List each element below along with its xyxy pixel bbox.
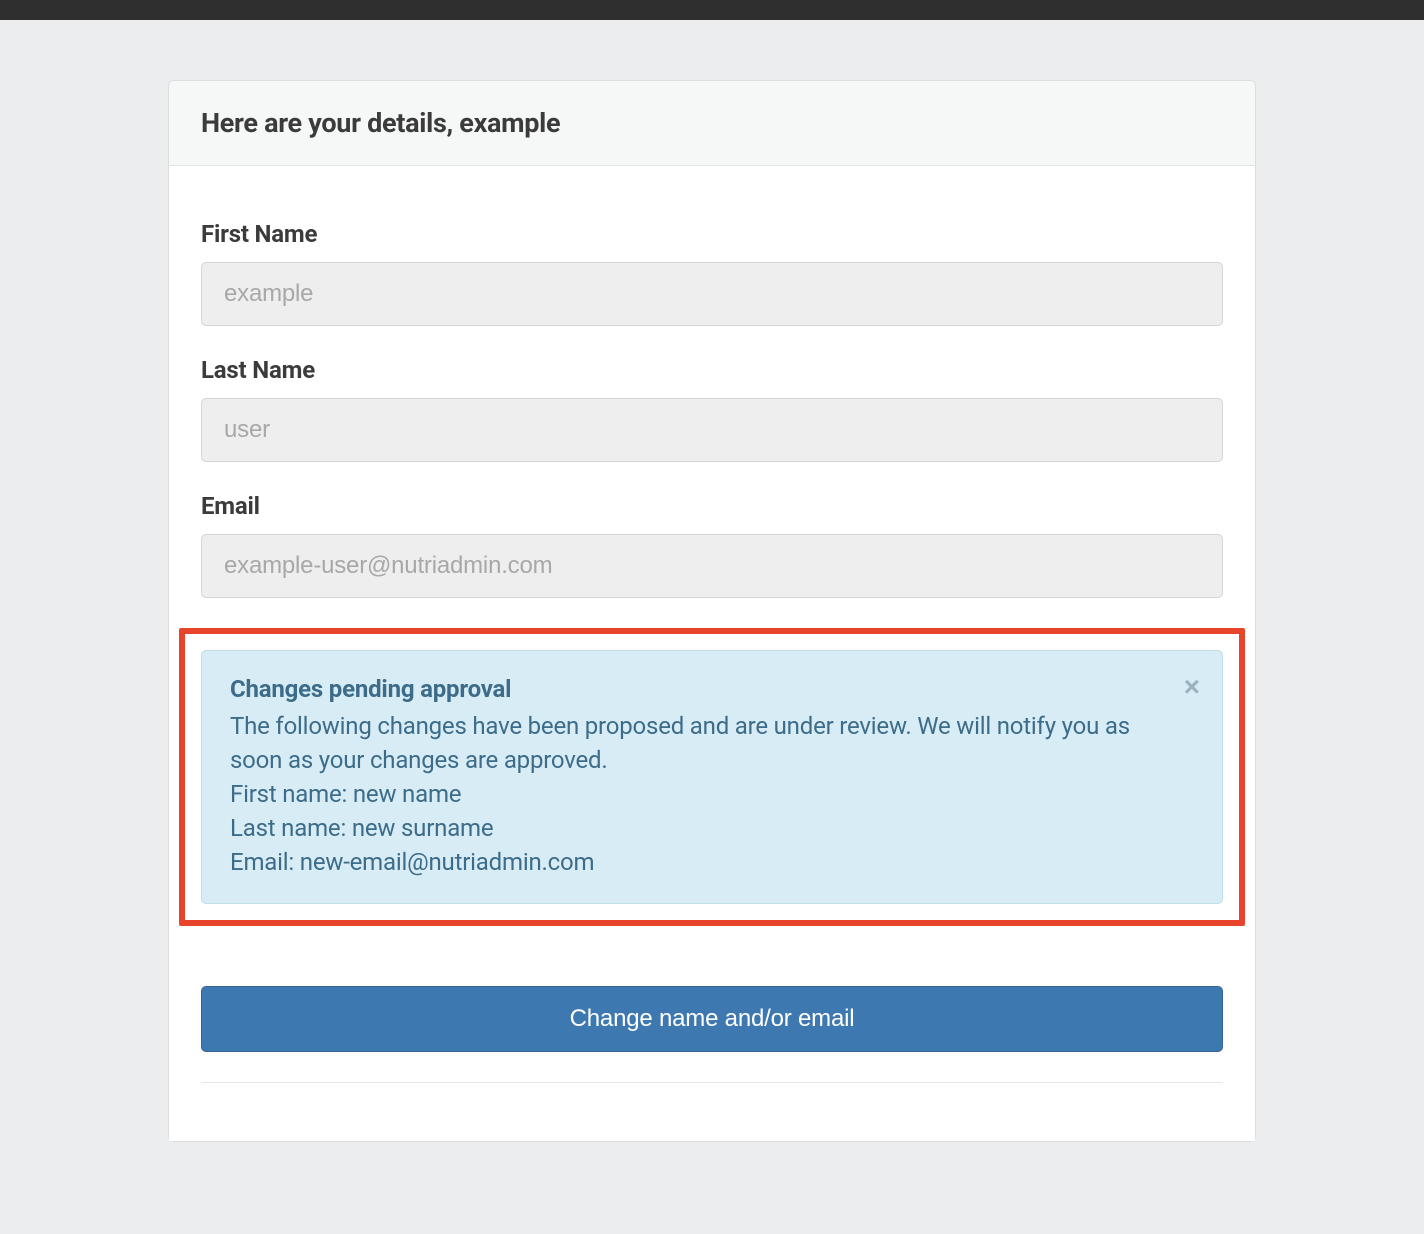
first-name-label: First Name <box>201 220 1223 248</box>
alert-description: The following changes have been proposed… <box>230 709 1172 777</box>
main-container: Here are your details, example First Nam… <box>156 80 1268 1142</box>
alert-title: Changes pending approval <box>230 675 1172 703</box>
top-bar <box>0 0 1424 20</box>
first-name-input[interactable] <box>201 262 1223 326</box>
section-divider <box>201 1082 1223 1083</box>
pending-changes-alert: × Changes pending approval The following… <box>201 650 1223 904</box>
email-input[interactable] <box>201 534 1223 598</box>
email-group: Email <box>201 492 1223 598</box>
change-name-email-button[interactable]: Change name and/or email <box>201 986 1223 1052</box>
last-name-input[interactable] <box>201 398 1223 462</box>
alert-first-name-line: First name: new name <box>230 777 1172 811</box>
details-panel: Here are your details, example First Nam… <box>168 80 1256 1142</box>
highlight-annotation: × Changes pending approval The following… <box>179 628 1245 926</box>
close-icon[interactable]: × <box>1184 673 1200 701</box>
alert-email-line: Email: new-email@nutriadmin.com <box>230 845 1172 879</box>
panel-title: Here are your details, example <box>201 107 1223 139</box>
panel-body: First Name Last Name Email × Changes pen… <box>169 166 1255 1141</box>
alert-last-name-line: Last name: new surname <box>230 811 1172 845</box>
last-name-group: Last Name <box>201 356 1223 462</box>
email-label: Email <box>201 492 1223 520</box>
last-name-label: Last Name <box>201 356 1223 384</box>
first-name-group: First Name <box>201 220 1223 326</box>
panel-heading: Here are your details, example <box>169 81 1255 166</box>
